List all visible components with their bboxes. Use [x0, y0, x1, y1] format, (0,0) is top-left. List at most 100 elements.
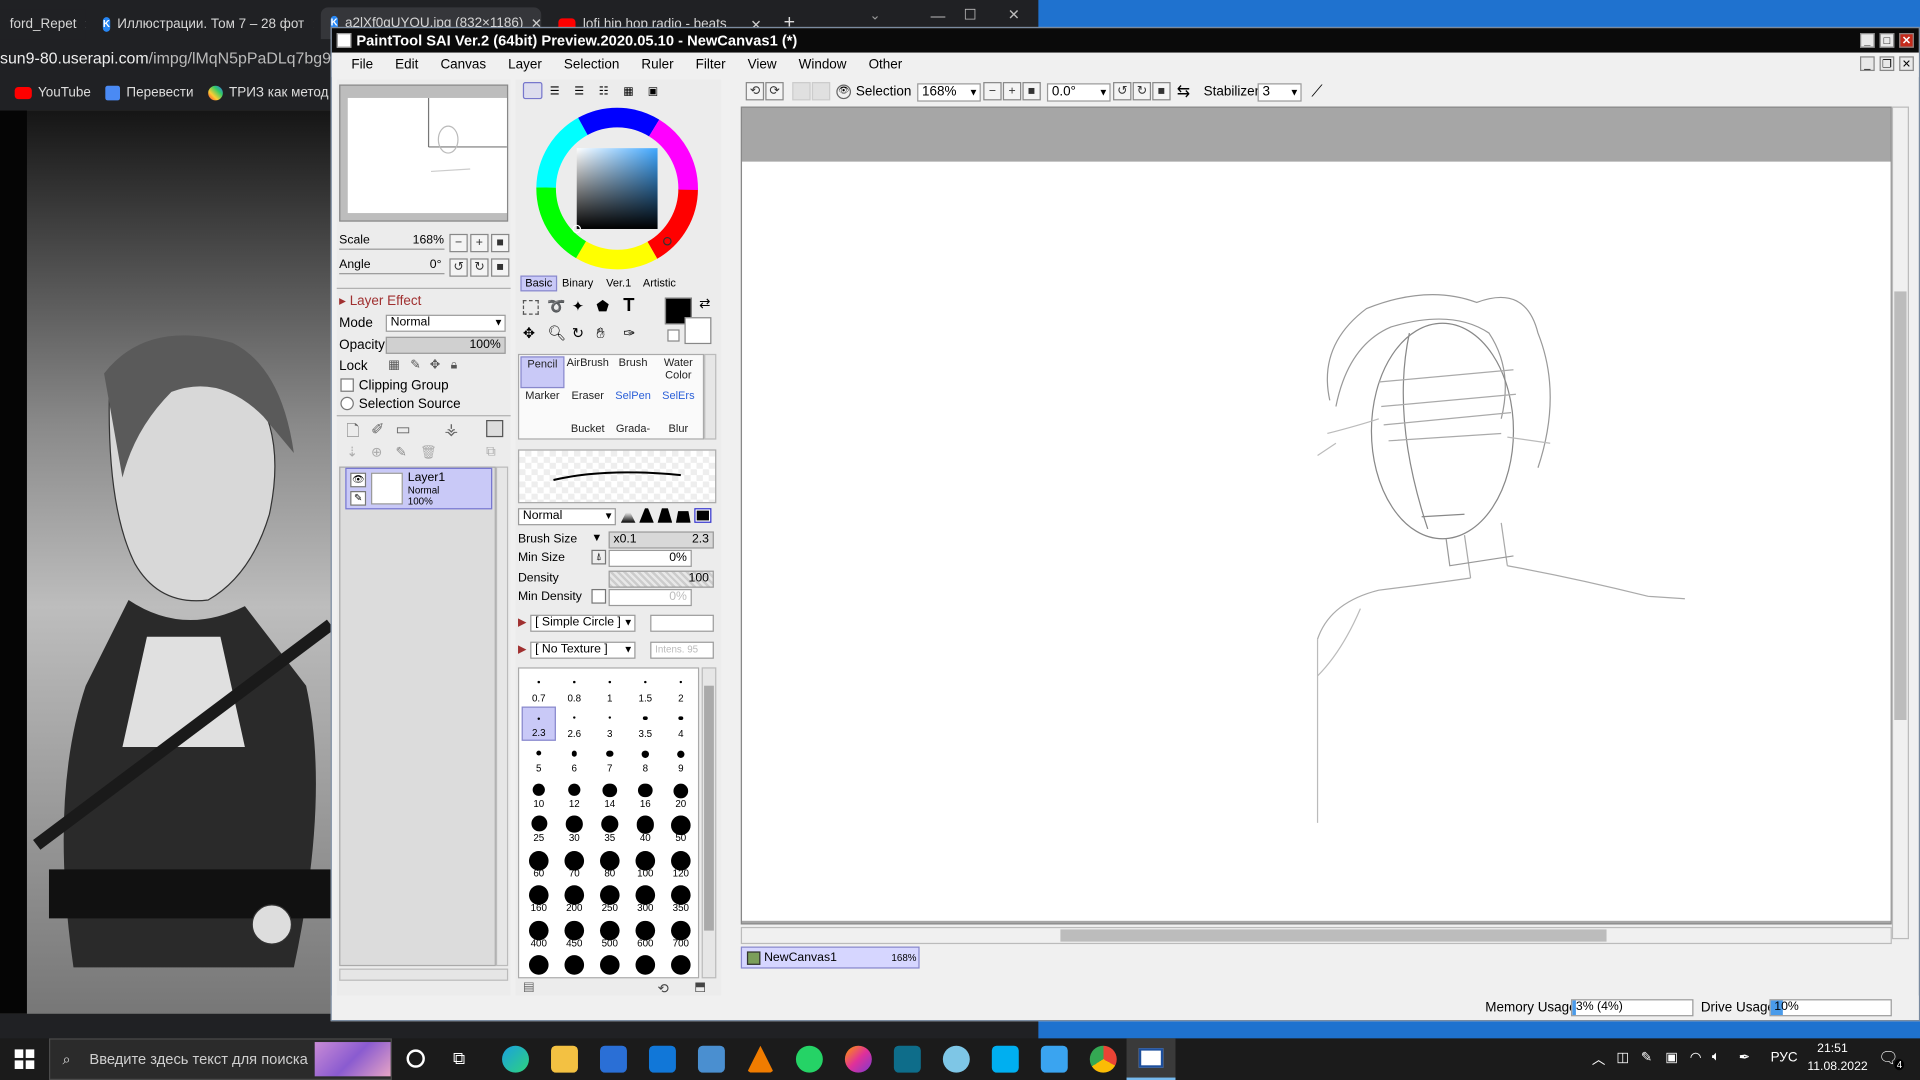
rotate-left-button[interactable]: ↺ [1113, 82, 1132, 101]
brush-size-cell[interactable]: 8 [628, 741, 662, 775]
eyedropper-icon[interactable]: ✑ [623, 324, 635, 341]
zoom-out-button[interactable]: − [449, 233, 468, 253]
angle-select[interactable]: 0.0° ▼ [1046, 83, 1111, 102]
undo-icon[interactable]: ⟲ [658, 981, 669, 997]
tool-pencil[interactable]: Pencil [520, 356, 565, 389]
chevron-down-icon[interactable]: ▼ [591, 531, 602, 543]
invert-select-button[interactable] [811, 82, 831, 101]
tool-blur[interactable]: Blur [656, 422, 700, 439]
rotate-reset-button[interactable]: ■ [1152, 82, 1171, 101]
edge-hardest-icon[interactable] [694, 508, 712, 523]
pressure-density-checkbox[interactable] [591, 588, 607, 604]
color-mixer-icon[interactable]: ☷ [599, 84, 609, 97]
lock-transparency-icon[interactable]: ▦ [388, 359, 400, 372]
scrollbar-thumb[interactable] [1894, 291, 1907, 721]
edge-browser-icon[interactable] [502, 1045, 529, 1073]
brush-size-cell[interactable]: 6 [557, 741, 591, 775]
edge-hard-icon[interactable] [657, 508, 673, 523]
canvas-hscrollbar[interactable] [740, 926, 1892, 945]
brush-size-cell[interactable]: 300 [628, 880, 662, 914]
menu-edit[interactable]: Edit [395, 58, 418, 73]
pen-icon[interactable]: ✒ [1739, 1049, 1750, 1066]
tool-eraser[interactable]: Eraser [566, 389, 610, 421]
close-icon[interactable]: ✕ [1008, 6, 1020, 23]
taskbar-search-input[interactable]: ⌕ Введите здесь текст для поиска [48, 1038, 392, 1080]
rgb-slider-icon[interactable]: ☰ [550, 84, 560, 97]
canvas-vscrollbar[interactable] [1891, 106, 1909, 940]
brush-texture-select[interactable]: [ No Texture ] ▼ [530, 641, 636, 659]
menu-selection[interactable]: Selection [564, 58, 619, 73]
hsv-slider-icon[interactable]: ☰ [574, 84, 584, 97]
lock-move-icon[interactable]: ✥ [430, 359, 440, 372]
menu-layer[interactable]: Layer [508, 58, 542, 73]
brush-size-cell[interactable]: 16 [628, 776, 662, 810]
scale-value[interactable]: 168% [413, 234, 444, 247]
doc-restore-icon[interactable]: ❐ [1879, 56, 1895, 72]
address-bar[interactable]: sun9-80.userapi.com/impg/lMqN5pPaDLq7bg9… [0, 49, 331, 73]
tray-app-icon[interactable]: ◫ [1616, 1049, 1629, 1066]
close-icon[interactable]: ✕ [1899, 33, 1914, 48]
brush-size-cell[interactable]: 70 [557, 846, 591, 880]
rotate-right-button[interactable]: ↻ [470, 258, 489, 277]
angle-value[interactable]: 0° [430, 258, 442, 271]
canvas-viewport[interactable] [740, 106, 1892, 925]
swap-colors-icon[interactable]: ⇄ [699, 295, 710, 311]
menu-other[interactable]: Other [869, 58, 903, 73]
brush-size-cell[interactable]: 80 [593, 846, 627, 880]
brush-size-menu-icon[interactable]: ▤ [523, 981, 535, 994]
density-slider[interactable]: 100 [608, 570, 714, 588]
brush-size-cell[interactable] [522, 950, 556, 977]
wifi-icon[interactable]: ◠ [1690, 1049, 1702, 1066]
lasso-icon[interactable]: ➰ [547, 298, 565, 315]
texture-expand-icon[interactable]: ▶ [518, 643, 526, 656]
scale-slider[interactable] [339, 248, 445, 250]
rotate-right-button[interactable]: ↻ [1132, 82, 1152, 101]
brush-size-cell[interactable]: 400 [522, 915, 556, 949]
brush-size-cell[interactable]: 450 [557, 915, 591, 949]
rotate-left-button[interactable]: ↺ [449, 258, 468, 277]
brush-size-cell[interactable] [557, 950, 591, 977]
clock-date[interactable]: 11.08.2022 [1807, 1060, 1867, 1073]
menu-canvas[interactable]: Canvas [440, 58, 486, 73]
tool-gradation[interactable]: Grada- [611, 422, 655, 439]
tool-empty[interactable] [520, 422, 564, 439]
tool-grid-scrollbar[interactable] [704, 353, 717, 440]
doc-minimize-icon[interactable]: _ [1860, 56, 1875, 72]
scratchpad-icon[interactable]: ▣ [648, 84, 658, 97]
taskbar-sai-active[interactable] [1126, 1038, 1176, 1080]
color-wheel-mode-icon[interactable] [522, 82, 543, 100]
brush-size-cell[interactable]: 20 [664, 776, 698, 810]
shape-icon[interactable]: ⬟ [596, 298, 609, 315]
rotate-icon[interactable]: ↻ [572, 324, 584, 341]
selection-eye-icon[interactable]: 👁︎ [836, 84, 852, 100]
layer-mode-select[interactable]: Normal ▼ [385, 314, 506, 332]
browser-tab[interactable]: K Иллюстрации. Том 7 – 28 фот ✕ [93, 10, 313, 39]
menu-file[interactable]: File [351, 58, 373, 73]
bookmark-triz[interactable]: ТРИЗ как метод ра... [208, 85, 331, 101]
min-size-slider[interactable]: 0% [608, 549, 692, 567]
brush-size-cell[interactable]: 2.6 [557, 706, 591, 740]
brush-size-cell[interactable]: 2.3 [521, 705, 556, 741]
clear-layer-icon[interactable]: ✎ [396, 444, 407, 461]
tab-binary[interactable]: Binary [562, 277, 593, 289]
delete-layer-icon[interactable]: 🗑︎ [420, 444, 437, 461]
hue-ring[interactable] [535, 107, 699, 271]
brush-size-cell[interactable]: 10 [522, 776, 556, 810]
hand-icon[interactable]: ✋︎ [596, 324, 604, 342]
brush-size-cell[interactable]: 35 [593, 811, 627, 845]
undo-button[interactable]: ⟲ [745, 82, 765, 101]
brush-blend-select[interactable]: Normal ▼ [517, 508, 616, 526]
merge-visible-icon[interactable]: ⧉ [486, 444, 496, 460]
chrome-icon[interactable] [1089, 1045, 1117, 1073]
menu-view[interactable]: View [748, 58, 777, 73]
tray-chevron-up-icon[interactable]: ︿ [1592, 1049, 1605, 1069]
save-preset-icon[interactable]: ⬒ [694, 981, 706, 994]
zoom-reset-button[interactable]: ■ [1022, 82, 1041, 101]
tool-selpen[interactable]: SelPen [611, 389, 655, 421]
zoom-in-button[interactable]: + [1002, 82, 1022, 101]
browser-tab[interactable]: ford_Repet ✕ [0, 9, 86, 40]
brush-size-cell[interactable]: 250 [593, 880, 627, 914]
pressure-size-icon[interactable]: ⍋ [591, 549, 607, 565]
flip-horizontal-icon[interactable]: ⇆ [1177, 82, 1190, 102]
brush-size-cell[interactable]: 7 [593, 741, 627, 775]
